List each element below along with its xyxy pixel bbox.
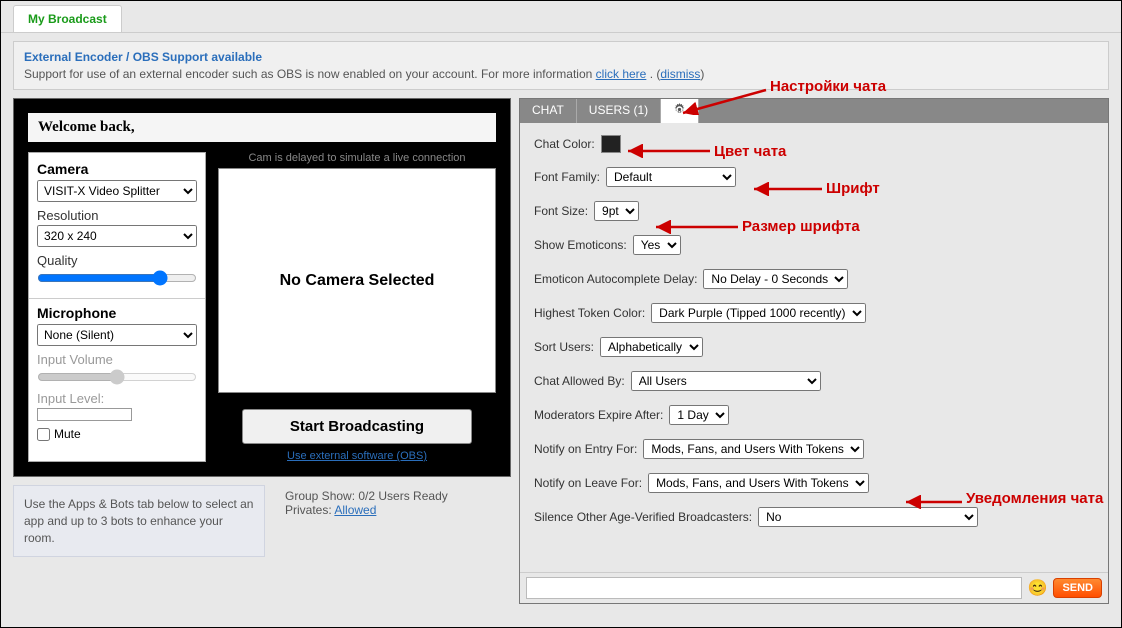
chat-allowed-select[interactable]: All Users [631, 371, 821, 391]
highest-token-select[interactable]: Dark Purple (Tipped 1000 recently) [651, 303, 866, 323]
camera-heading: Camera [37, 161, 197, 177]
input-volume-label: Input Volume [37, 352, 197, 367]
font-size-label: Font Size: [534, 204, 588, 218]
mic-select[interactable]: None (Silent) [37, 324, 197, 346]
tab-settings[interactable] [661, 99, 699, 123]
tab-chat[interactable]: CHAT [520, 99, 577, 123]
input-volume-slider [37, 369, 197, 385]
mods-expire-select[interactable]: 1 Day [669, 405, 729, 425]
input-level-meter [37, 408, 132, 421]
chat-allowed-label: Chat Allowed By: [534, 374, 625, 388]
notice-title: External Encoder / OBS Support available [24, 50, 1098, 64]
apps-bots-hint: Use the Apps & Bots tab below to select … [13, 485, 265, 557]
mute-checkbox[interactable] [37, 428, 50, 441]
font-size-select[interactable]: 9pt [594, 201, 639, 221]
microphone-heading: Microphone [37, 305, 197, 321]
cam-delay-text: Cam is delayed to simulate a live connec… [218, 152, 496, 164]
notify-leave-label: Notify on Leave For: [534, 476, 642, 490]
group-show-status: Group Show: 0/2 Users Ready [285, 489, 448, 503]
chat-tab-bar: CHAT USERS (1) [520, 99, 1108, 123]
video-panel: Welcome back, Camera VISIT-X Video Split… [13, 98, 511, 477]
tab-my-broadcast[interactable]: My Broadcast [13, 5, 122, 32]
gear-icon [673, 103, 686, 116]
notify-entry-label: Notify on Entry For: [534, 442, 637, 456]
send-button[interactable]: SEND [1053, 578, 1102, 598]
show-emoticons-label: Show Emoticons: [534, 238, 627, 252]
dismiss-link[interactable]: dismiss [660, 67, 700, 81]
privates-label: Privates: [285, 503, 334, 517]
highest-token-label: Highest Token Color: [534, 306, 645, 320]
mute-label: Mute [54, 427, 81, 441]
chat-color-swatch[interactable] [601, 135, 621, 153]
privates-link[interactable]: Allowed [334, 503, 376, 517]
show-emoticons-select[interactable]: Yes [633, 235, 681, 255]
emoji-icon[interactable]: 😊 [1028, 578, 1048, 598]
input-level-label: Input Level: [37, 391, 197, 421]
mods-expire-label: Moderators Expire After: [534, 408, 663, 422]
notify-leave-select[interactable]: Mods, Fans, and Users With Tokens [648, 473, 869, 493]
tab-users[interactable]: USERS (1) [577, 99, 661, 123]
welcome-bar: Welcome back, [28, 113, 496, 142]
settings-panel: Chat Color: Font Family: Default Font Si… [520, 123, 1108, 572]
resolution-label: Resolution [37, 208, 197, 223]
sort-users-label: Sort Users: [534, 340, 594, 354]
start-broadcasting-button[interactable]: Start Broadcasting [242, 409, 472, 444]
font-family-label: Font Family: [534, 170, 600, 184]
obs-link[interactable]: Use external software (OBS) [218, 450, 496, 462]
chat-input[interactable] [526, 577, 1022, 599]
silence-select[interactable]: No [758, 507, 978, 527]
camera-select[interactable]: VISIT-X Video Splitter [37, 180, 197, 202]
resolution-select[interactable]: 320 x 240 [37, 225, 197, 247]
notice-text: Support for use of an external encoder s… [24, 67, 596, 81]
device-controls: Camera VISIT-X Video Splitter Resolution… [28, 152, 206, 462]
chat-color-label: Chat Color: [534, 137, 595, 151]
font-family-select[interactable]: Default [606, 167, 736, 187]
status-info: Group Show: 0/2 Users Ready Privates: Al… [285, 485, 448, 557]
emo-delay-select[interactable]: No Delay - 0 Seconds [703, 269, 848, 289]
notify-entry-select[interactable]: Mods, Fans, and Users With Tokens [643, 439, 864, 459]
notice-body: Support for use of an external encoder s… [24, 67, 1098, 81]
obs-notice: External Encoder / OBS Support available… [13, 41, 1109, 90]
notice-end: ) [700, 67, 704, 81]
emo-delay-label: Emoticon Autocomplete Delay: [534, 272, 697, 286]
quality-label: Quality [37, 253, 197, 268]
quality-slider[interactable] [37, 270, 197, 286]
notice-sep: . ( [650, 67, 661, 81]
silence-label: Silence Other Age-Verified Broadcasters: [534, 510, 752, 524]
sort-users-select[interactable]: Alphabetically [600, 337, 703, 357]
video-placeholder: No Camera Selected [218, 168, 496, 393]
click-here-link[interactable]: click here [596, 67, 647, 81]
